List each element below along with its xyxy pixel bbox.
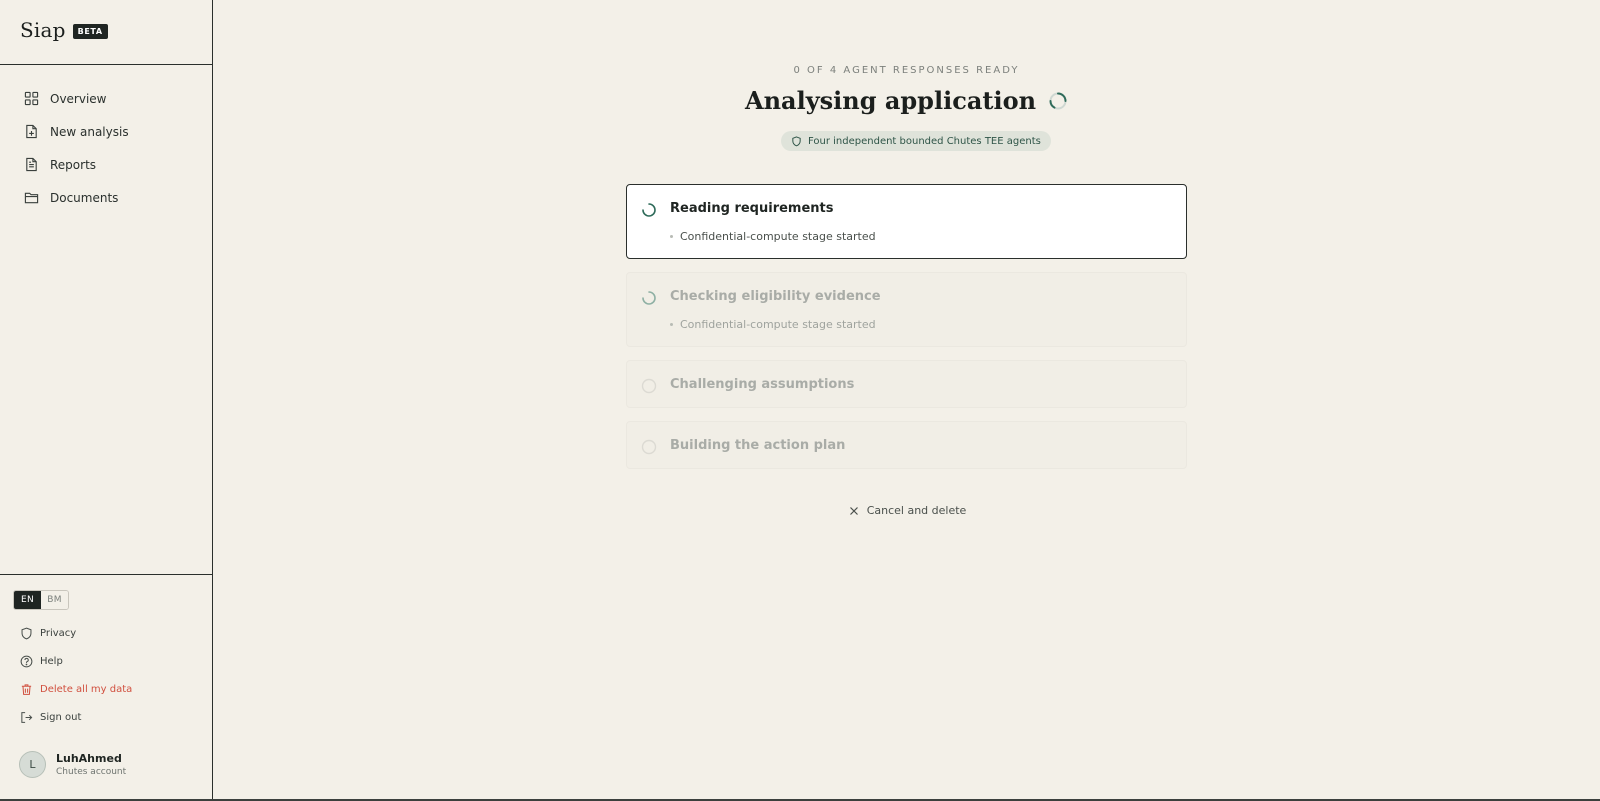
step-detail-text: Confidential-compute stage started — [680, 318, 876, 331]
sidebar-item-label: New analysis — [50, 124, 129, 139]
loading-spinner-icon — [1048, 91, 1068, 111]
sidebar-item-overview[interactable]: Overview — [0, 82, 212, 115]
agents-badge: Four independent bounded Chutes TEE agen… — [781, 131, 1051, 151]
step-detail: Confidential-compute stage started — [670, 230, 876, 243]
language-toggle: EN BM — [13, 590, 69, 610]
app-window: Siap BETA Overview New analysis Reports … — [0, 0, 1600, 801]
loading-spinner-icon — [642, 203, 656, 217]
sign-out-icon — [21, 712, 33, 723]
language-option-bm[interactable]: BM — [41, 591, 68, 609]
privacy-label: Privacy — [40, 628, 77, 639]
account-card[interactable]: L LuhAhmed Chutes account — [19, 751, 126, 778]
sidebar-nav: Overview New analysis Reports Documents — [0, 65, 212, 214]
loading-spinner-icon — [642, 291, 656, 305]
help-circle-icon — [20, 655, 33, 668]
sign-out-label: Sign out — [40, 712, 82, 723]
avatar: L — [19, 751, 46, 778]
pending-circle-icon — [641, 378, 657, 394]
main-content: 0 OF 4 AGENT RESPONSES READY Analysing a… — [213, 0, 1600, 801]
cancel-label: Cancel and delete — [866, 504, 967, 517]
step-card-building-action-plan: Building the action plan — [626, 421, 1187, 469]
step-card-checking-eligibility: Checking eligibility evidence Confidenti… — [626, 272, 1187, 347]
sidebar-footer: EN BM Privacy Help Delete all my data Si… — [0, 574, 212, 801]
step-title: Building the action plan — [670, 438, 846, 453]
sidebar-item-label: Reports — [50, 157, 97, 172]
privacy-link[interactable]: Privacy — [20, 627, 76, 640]
grid-icon — [24, 91, 39, 106]
agents-badge-label: Four independent bounded Chutes TEE agen… — [808, 135, 1041, 147]
delete-data-label: Delete all my data — [40, 684, 133, 695]
step-title: Challenging assumptions — [670, 377, 855, 392]
step-title: Checking eligibility evidence — [670, 289, 881, 304]
language-option-en[interactable]: EN — [14, 591, 41, 609]
shield-icon — [21, 627, 32, 640]
brand-name[interactable]: Siap — [20, 18, 66, 42]
sidebar-item-documents[interactable]: Documents — [0, 181, 212, 214]
step-card-reading-requirements: Reading requirements Confidential-comput… — [626, 184, 1187, 259]
cancel-row: Cancel and delete — [213, 504, 1600, 517]
step-title: Reading requirements — [670, 201, 834, 216]
shield-icon — [792, 135, 801, 146]
sign-out-button[interactable]: Sign out — [20, 711, 81, 724]
step-detail-text: Confidential-compute stage started — [680, 230, 876, 243]
pending-circle-icon — [641, 439, 657, 455]
delete-data-button[interactable]: Delete all my data — [20, 683, 132, 696]
account-subtitle: Chutes account — [56, 767, 127, 777]
title-row: Analysing application — [213, 86, 1600, 115]
sidebar-item-reports[interactable]: Reports — [0, 148, 212, 181]
step-card-challenging-assumptions: Challenging assumptions — [626, 360, 1187, 408]
step-detail: Confidential-compute stage started — [670, 318, 876, 331]
file-text-icon — [26, 157, 37, 172]
progress-label: 0 OF 4 AGENT RESPONSES READY — [793, 65, 1020, 76]
page-title: Analysing application — [744, 86, 1037, 115]
bullet-dot — [670, 235, 673, 238]
folder-icon — [24, 192, 39, 204]
sidebar-item-label: Documents — [50, 190, 119, 205]
beta-badge: BETA — [72, 23, 108, 39]
trash-icon — [21, 684, 32, 695]
help-link[interactable]: Help — [20, 655, 63, 668]
cancel-and-delete-button[interactable]: Cancel and delete — [849, 504, 967, 517]
sidebar-item-new-analysis[interactable]: New analysis — [0, 115, 212, 148]
help-label: Help — [40, 656, 63, 667]
brand: Siap BETA — [0, 0, 212, 65]
close-icon — [849, 506, 858, 515]
sidebar: Siap BETA Overview New analysis Reports … — [0, 0, 213, 801]
agent-steps-list: Reading requirements Confidential-comput… — [626, 184, 1187, 482]
file-plus-icon — [26, 124, 37, 139]
account-name: LuhAhmed — [56, 752, 122, 765]
sidebar-item-label: Overview — [50, 91, 107, 106]
bullet-dot — [670, 323, 673, 326]
